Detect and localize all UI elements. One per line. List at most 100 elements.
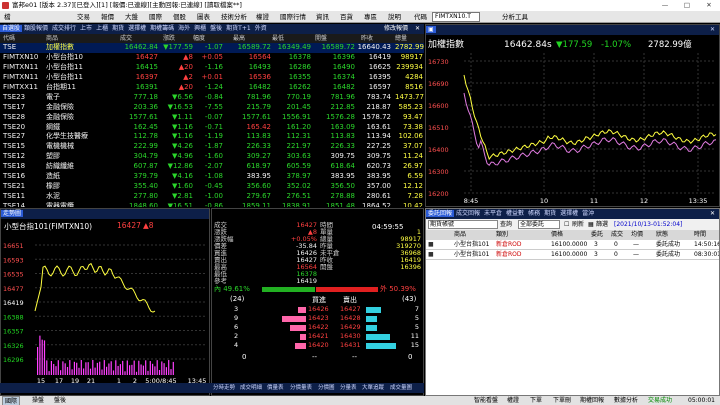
volume-bar bbox=[85, 362, 87, 375]
tab-big-order[interactable]: 大單追蹤 bbox=[362, 383, 384, 393]
tab-options-orders[interactable]: 選擇權 bbox=[558, 210, 580, 217]
tab-order-report[interactable]: 委託回報 bbox=[426, 210, 455, 217]
quote-row[interactable]: TSE27 化學生技醫療 112.78 ▼1.16 -1.19 113.83 112.31 1… bbox=[0, 132, 424, 142]
order-scope-select[interactable]: 全部委託 bbox=[518, 220, 560, 229]
menu-chart[interactable]: 圖表 bbox=[195, 12, 212, 22]
order-select-checkbox[interactable]: ■ bbox=[428, 250, 434, 260]
order-row[interactable]: ■ 小型台指101 新倉ROD 16100.0000 3 0 — 委託成功 14:50:16 bbox=[426, 240, 719, 250]
account-select[interactable]: 期貨帳號 bbox=[428, 220, 498, 229]
symbol-combo[interactable]: FIMTXN10.T bbox=[432, 12, 480, 22]
tab-intraday[interactable]: 分時走勢 bbox=[213, 383, 235, 393]
book-row[interactable]: 2 16421 16430 11 bbox=[212, 332, 423, 341]
tab-otc[interactable]: 上櫃 bbox=[94, 25, 110, 32]
status-tab-trade[interactable]: 操盤 bbox=[30, 396, 46, 405]
maximize-icon[interactable]: □ bbox=[676, 0, 698, 11]
book-row[interactable]: 9 16423 16428 5 bbox=[212, 314, 423, 323]
inner-bar bbox=[262, 287, 315, 292]
menu-zone[interactable]: 專區 bbox=[362, 12, 379, 22]
menu-help[interactable]: 說明 bbox=[386, 12, 403, 22]
tab-options[interactable]: 選擇權 bbox=[126, 25, 148, 32]
refresh-checkbox[interactable]: ☐ bbox=[564, 219, 569, 230]
quote-row[interactable]: TSE12 塑膠 304.79 ▼4.96 -1.60 309.27 303.63 309.7… bbox=[0, 152, 424, 162]
status-order-del[interactable]: 下單刪 bbox=[551, 396, 573, 405]
tab-fill-report[interactable]: 成交回報 bbox=[454, 210, 482, 217]
menu-international[interactable]: 國際 bbox=[147, 12, 164, 22]
filter-icon[interactable]: ▦ bbox=[588, 219, 594, 230]
status-tab-after[interactable]: 盤後 bbox=[52, 396, 68, 405]
quote-row[interactable]: FIMTXN11 小型台指11 16415 ▲20 -1.16 16493 16286 164… bbox=[0, 63, 424, 73]
quote-row[interactable]: FIMTXN11 小型台指11 16397 ▲2 +0.01 16536 16355 1637… bbox=[0, 73, 424, 83]
quote-row[interactable]: TSE14 電器電纜 1848.60 ▼16.51 -0.86 1859.11 1838.9… bbox=[0, 202, 424, 207]
quote-row[interactable]: TSE23 電子 777.18 ▼6.56 -0.84 781.96 770.19 781.9… bbox=[0, 93, 424, 103]
tab-volume-chart[interactable]: 成交量圖 bbox=[390, 383, 412, 393]
tab-chips[interactable]: 期權籌碼 bbox=[148, 25, 176, 32]
index-chart-close-icon[interactable]: ✕ bbox=[708, 25, 717, 35]
tab-emerging[interactable]: 興櫃 bbox=[192, 25, 208, 32]
order-row[interactable]: ■ 小型台指101 新倉ROD 16100.0000 3 0 — 委託成功 08:30:01 bbox=[426, 250, 719, 260]
tab-open-positions[interactable]: 未平倉 bbox=[482, 210, 504, 217]
quote-row[interactable]: TSE15 電機機械 222.99 ▼4.26 -1.87 226.33 221.97 226… bbox=[0, 142, 424, 152]
quote-row[interactable]: TSE16 造紙 379.79 ▼4.16 -1.08 383.95 378.97 383.9… bbox=[0, 172, 424, 182]
tab-futures-t1[interactable]: 期貨T+1 bbox=[224, 25, 253, 32]
tab-daytrade[interactable]: 當沖 bbox=[580, 210, 596, 217]
edit-quote-label[interactable]: 修改報價 bbox=[382, 24, 410, 34]
close-icon[interactable]: ✕ bbox=[698, 0, 720, 11]
tab-overseas[interactable]: 海外 bbox=[176, 25, 192, 32]
tab-listed[interactable]: 上市 bbox=[78, 25, 94, 32]
minimize-icon[interactable]: — bbox=[654, 0, 676, 11]
tab-futures-orders[interactable]: 期貨 bbox=[542, 210, 558, 217]
quote-row[interactable]: TSE18 紡織纖維 607.87 ▼12.86 -2.07 618.97 605.59 61… bbox=[0, 162, 424, 172]
tab-afterhours[interactable]: 盤後 bbox=[208, 25, 224, 32]
menu-warrant[interactable]: 權證 bbox=[254, 12, 271, 22]
status-report[interactable]: 期權回報 bbox=[578, 396, 606, 405]
query-button[interactable]: 查詢 bbox=[500, 219, 512, 230]
menu-stock[interactable]: 個股 bbox=[171, 12, 188, 22]
filter-button[interactable]: 篩選 bbox=[596, 219, 608, 230]
tab-volume-table[interactable]: 分量表 bbox=[340, 383, 357, 393]
tab-volume-rank[interactable]: 成交排行 bbox=[50, 25, 78, 32]
panel-close-icon[interactable]: ✕ bbox=[413, 24, 422, 34]
menu-file[interactable]: 檔 bbox=[2, 12, 13, 22]
quote-row[interactable]: FIMTXX11 台指期11 16391 ▲20 -1.24 16482 16262 1648… bbox=[0, 83, 424, 93]
status-smart[interactable]: 智能看盤 bbox=[472, 396, 500, 405]
menu-analysis[interactable]: 分析工具 bbox=[500, 12, 530, 22]
tab-watchlist[interactable]: 自選股 bbox=[0, 25, 23, 32]
quote-row[interactable]: TSE17 金融保險 203.36 ▼16.53 -7.55 215.79 201.45 21… bbox=[0, 103, 424, 113]
tab-price-graph[interactable]: 分價圖 bbox=[318, 383, 335, 393]
tab-foreign[interactable]: 外資 bbox=[253, 25, 269, 32]
order-select-checkbox[interactable]: ■ bbox=[428, 240, 434, 250]
quote-row[interactable]: TSE20 鋼鐵 162.45 ▼1.16 -0.71 165.42 161.20 163.0… bbox=[0, 123, 424, 133]
orders-close-icon[interactable]: ✕ bbox=[708, 209, 717, 219]
menu-store[interactable]: 百貨 bbox=[338, 12, 355, 22]
quote-row[interactable]: TSE 加權指數 16462.84 ▼177.59 -1.07 16589.72 16349… bbox=[0, 43, 424, 53]
index-chart-tab[interactable]: ▣ bbox=[426, 26, 436, 33]
quote-cell: 1577.61 bbox=[242, 112, 271, 121]
menu-intl-quote[interactable]: 國際行情 bbox=[278, 12, 308, 22]
book-row[interactable]: 4 16420 16431 15 bbox=[212, 341, 423, 350]
tab-equity[interactable]: 權益數 bbox=[504, 210, 526, 217]
menu-trade[interactable]: 交易 bbox=[75, 12, 92, 22]
quote-cell: 11.24 bbox=[402, 152, 423, 161]
status-order[interactable]: 下單 bbox=[528, 396, 544, 405]
quote-row[interactable]: FIMTXN10 小型台指10 16427 ▲8 +0.05 16564 16378 1639… bbox=[0, 53, 424, 63]
tab-futures[interactable]: 期貨 bbox=[110, 25, 126, 32]
menu-info[interactable]: 資訊 bbox=[314, 12, 331, 22]
status-tab-intl[interactable]: 國際 bbox=[2, 396, 21, 405]
quote-row[interactable]: TSE21 橡膠 355.40 ▼1.60 -0.45 356.60 352.02 356.5… bbox=[0, 182, 424, 192]
tab-minute-chart[interactable]: 走勢圖 bbox=[1, 210, 24, 217]
menu-quote[interactable]: 報價 bbox=[99, 12, 116, 22]
status-warrant[interactable]: 權證 bbox=[505, 396, 521, 405]
tab-sector[interactable]: 類股報價 bbox=[22, 25, 50, 32]
tab-ticks[interactable]: 成交明細 bbox=[240, 383, 262, 393]
book-row[interactable]: 3 16426 16427 7 bbox=[212, 305, 423, 314]
menu-technical[interactable]: 技術分析 bbox=[219, 12, 249, 22]
status-data[interactable]: 數據分析 bbox=[612, 396, 640, 405]
tab-price-volume[interactable]: 價量表 bbox=[267, 383, 284, 393]
quote-row[interactable]: TSE11 水泥 277.80 ▼2.81 -1.00 279.67 276.51 278.8… bbox=[0, 192, 424, 202]
tab-accounts[interactable]: 帳務 bbox=[526, 210, 542, 217]
menu-market[interactable]: 大盤 bbox=[123, 12, 140, 22]
book-row[interactable]: 6 16422 16429 5 bbox=[212, 323, 423, 332]
tab-price-dist[interactable]: 分價量表 bbox=[290, 383, 312, 393]
refresh-button[interactable]: 刷新 bbox=[572, 219, 584, 230]
quote-row[interactable]: TSE28 金融保險 1577.61 ▼1.11 -0.07 1577.61 1556.91… bbox=[0, 113, 424, 123]
